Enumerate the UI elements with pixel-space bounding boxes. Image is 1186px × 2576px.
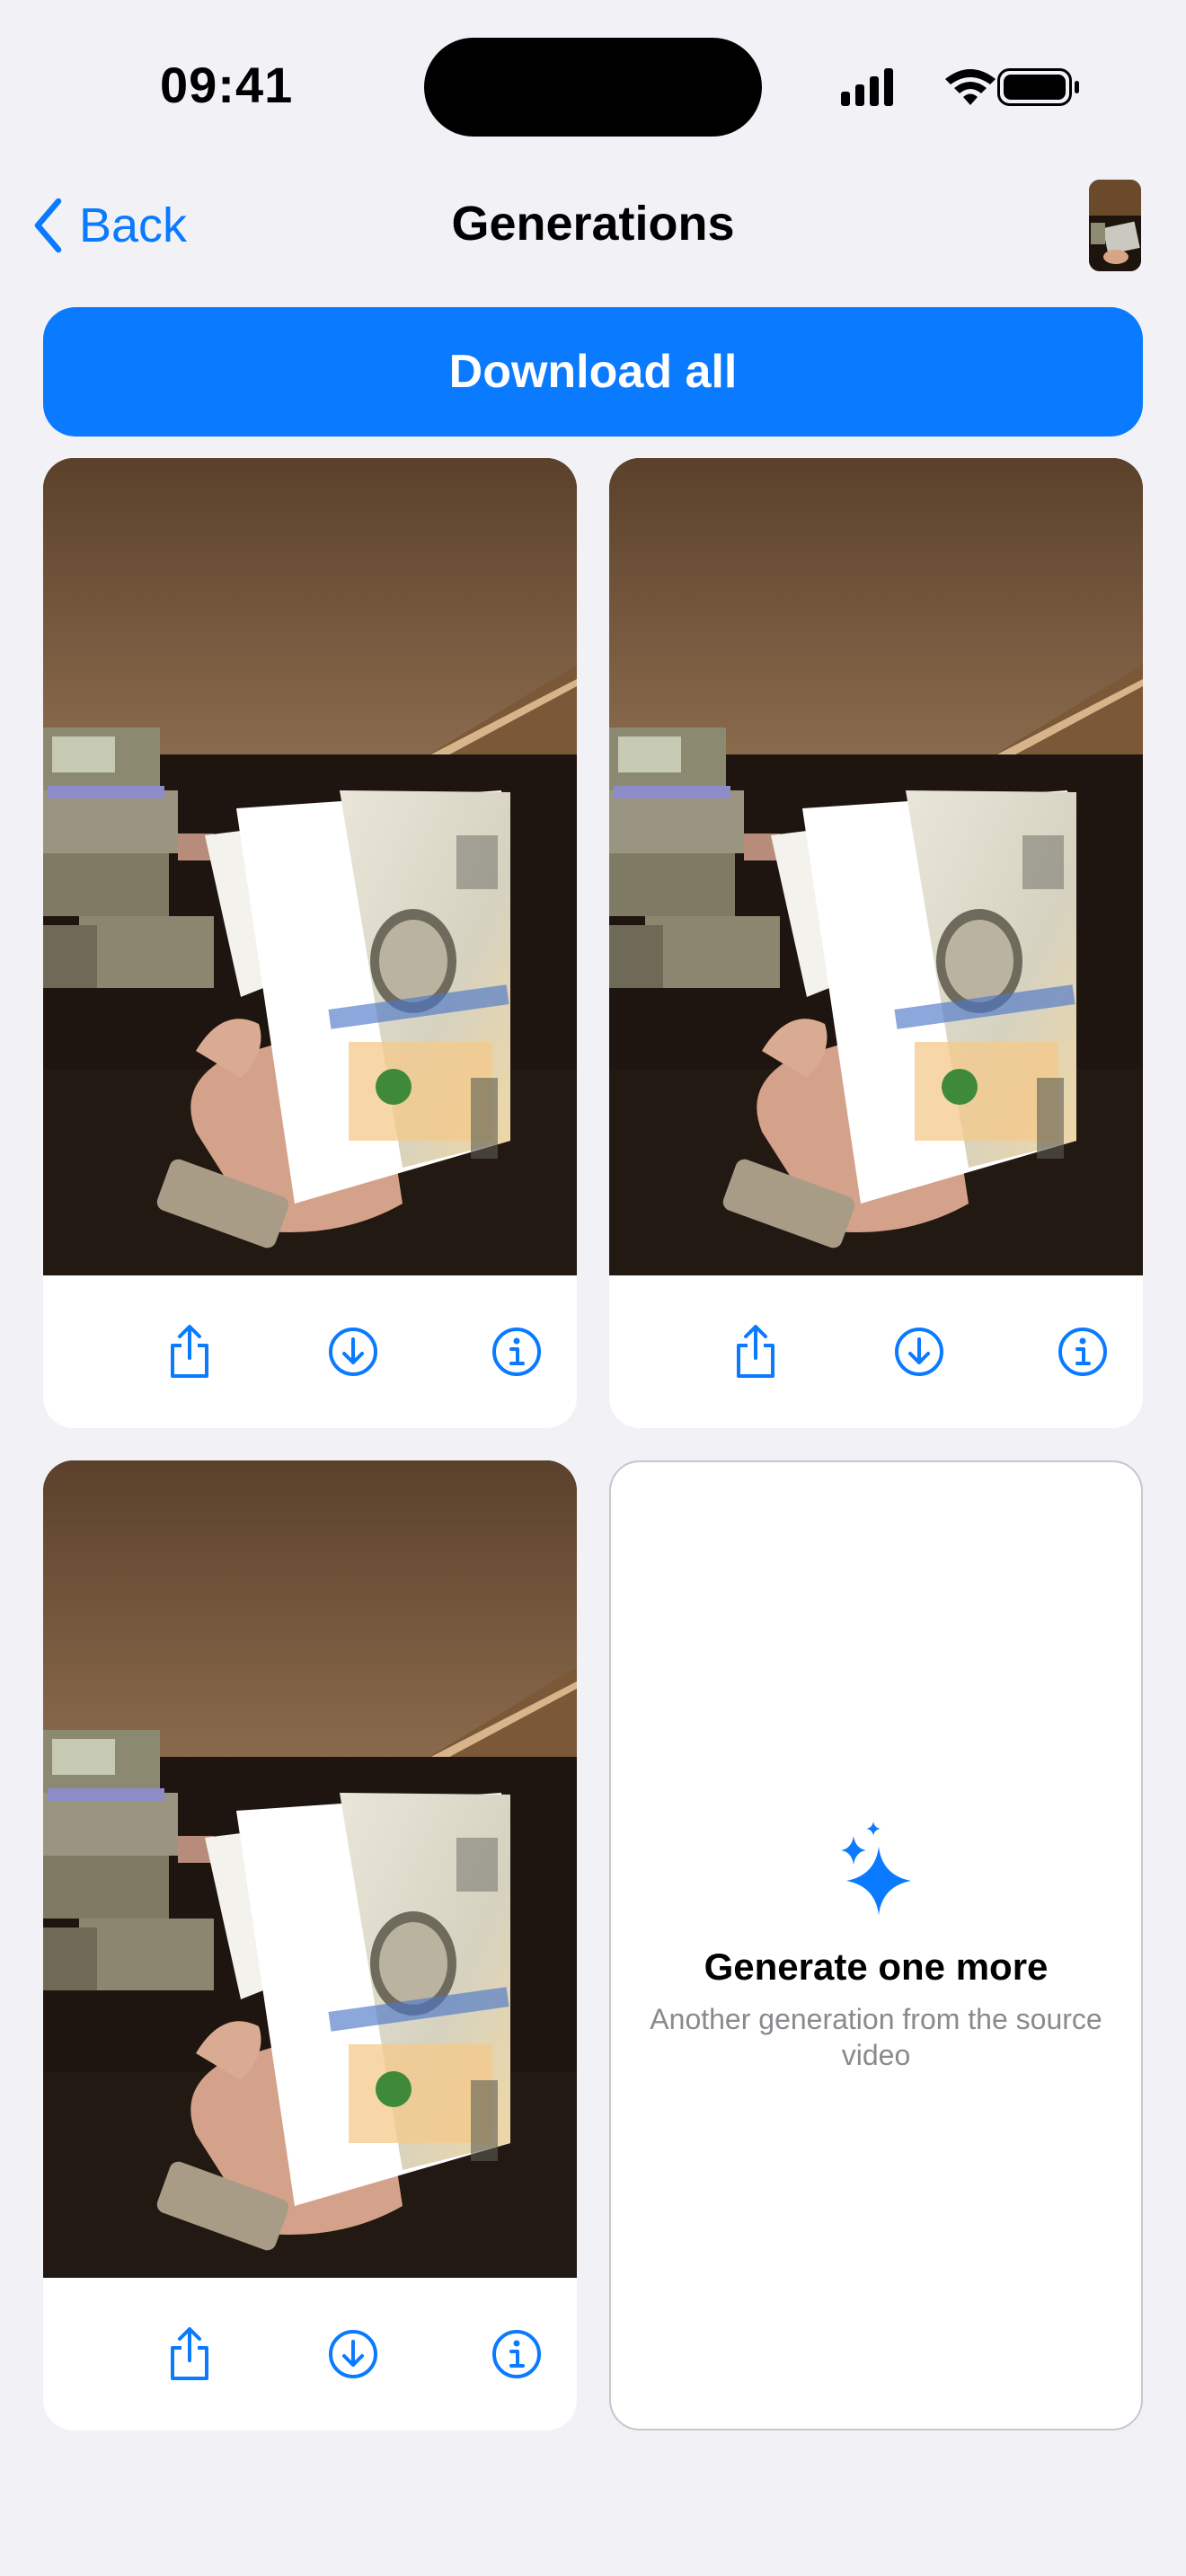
share-icon [737,1325,774,1378]
info-icon [492,1328,541,1376]
generation-card [609,458,1143,1428]
status-icons [841,68,1079,106]
info-icon [492,2330,541,2378]
info-button[interactable] [485,2323,548,2386]
cellular-signal-icon [841,68,893,106]
generate-title: Generate one more [704,1945,1049,1988]
status-bar: 09:41 [0,0,1186,171]
generate-subtitle: Another generation from the source video [650,2003,1102,2071]
generate-one-more-card[interactable]: Generate one more Another generation fro… [609,1460,1143,2430]
share-button[interactable] [158,2323,221,2386]
generation-image[interactable] [43,458,577,1275]
status-time: 09:41 [160,57,294,113]
share-icon [171,2327,208,2380]
dynamic-island [424,38,762,137]
page-title: Generations [451,197,735,251]
battery-icon [997,68,1079,106]
info-icon [1058,1328,1107,1376]
download-button[interactable] [322,1320,385,1383]
generation-card [43,458,577,1428]
download-all-button[interactable]: Download all [43,307,1143,437]
download-icon [895,1328,943,1376]
source-video-thumbnail[interactable] [1089,180,1141,271]
info-button[interactable] [1051,1320,1114,1383]
share-button[interactable] [158,1320,221,1383]
back-button[interactable]: Back [32,194,187,257]
info-button[interactable] [485,1320,548,1383]
card-actions [43,1275,577,1428]
download-icon [329,2330,377,2378]
wifi-icon [945,69,996,105]
download-icon [329,1328,377,1376]
generation-card [43,1460,577,2430]
download-button[interactable] [888,1320,951,1383]
share-icon [171,1325,208,1378]
chevron-left-icon [34,198,62,253]
share-button[interactable] [724,1320,787,1383]
download-button[interactable] [322,2323,385,2386]
card-actions [43,2278,577,2430]
generation-image[interactable] [43,1460,577,2278]
generation-image[interactable] [609,458,1143,1275]
card-actions [609,1275,1143,1428]
sparkles-icon [841,1822,911,1915]
back-label: Back [79,198,188,252]
